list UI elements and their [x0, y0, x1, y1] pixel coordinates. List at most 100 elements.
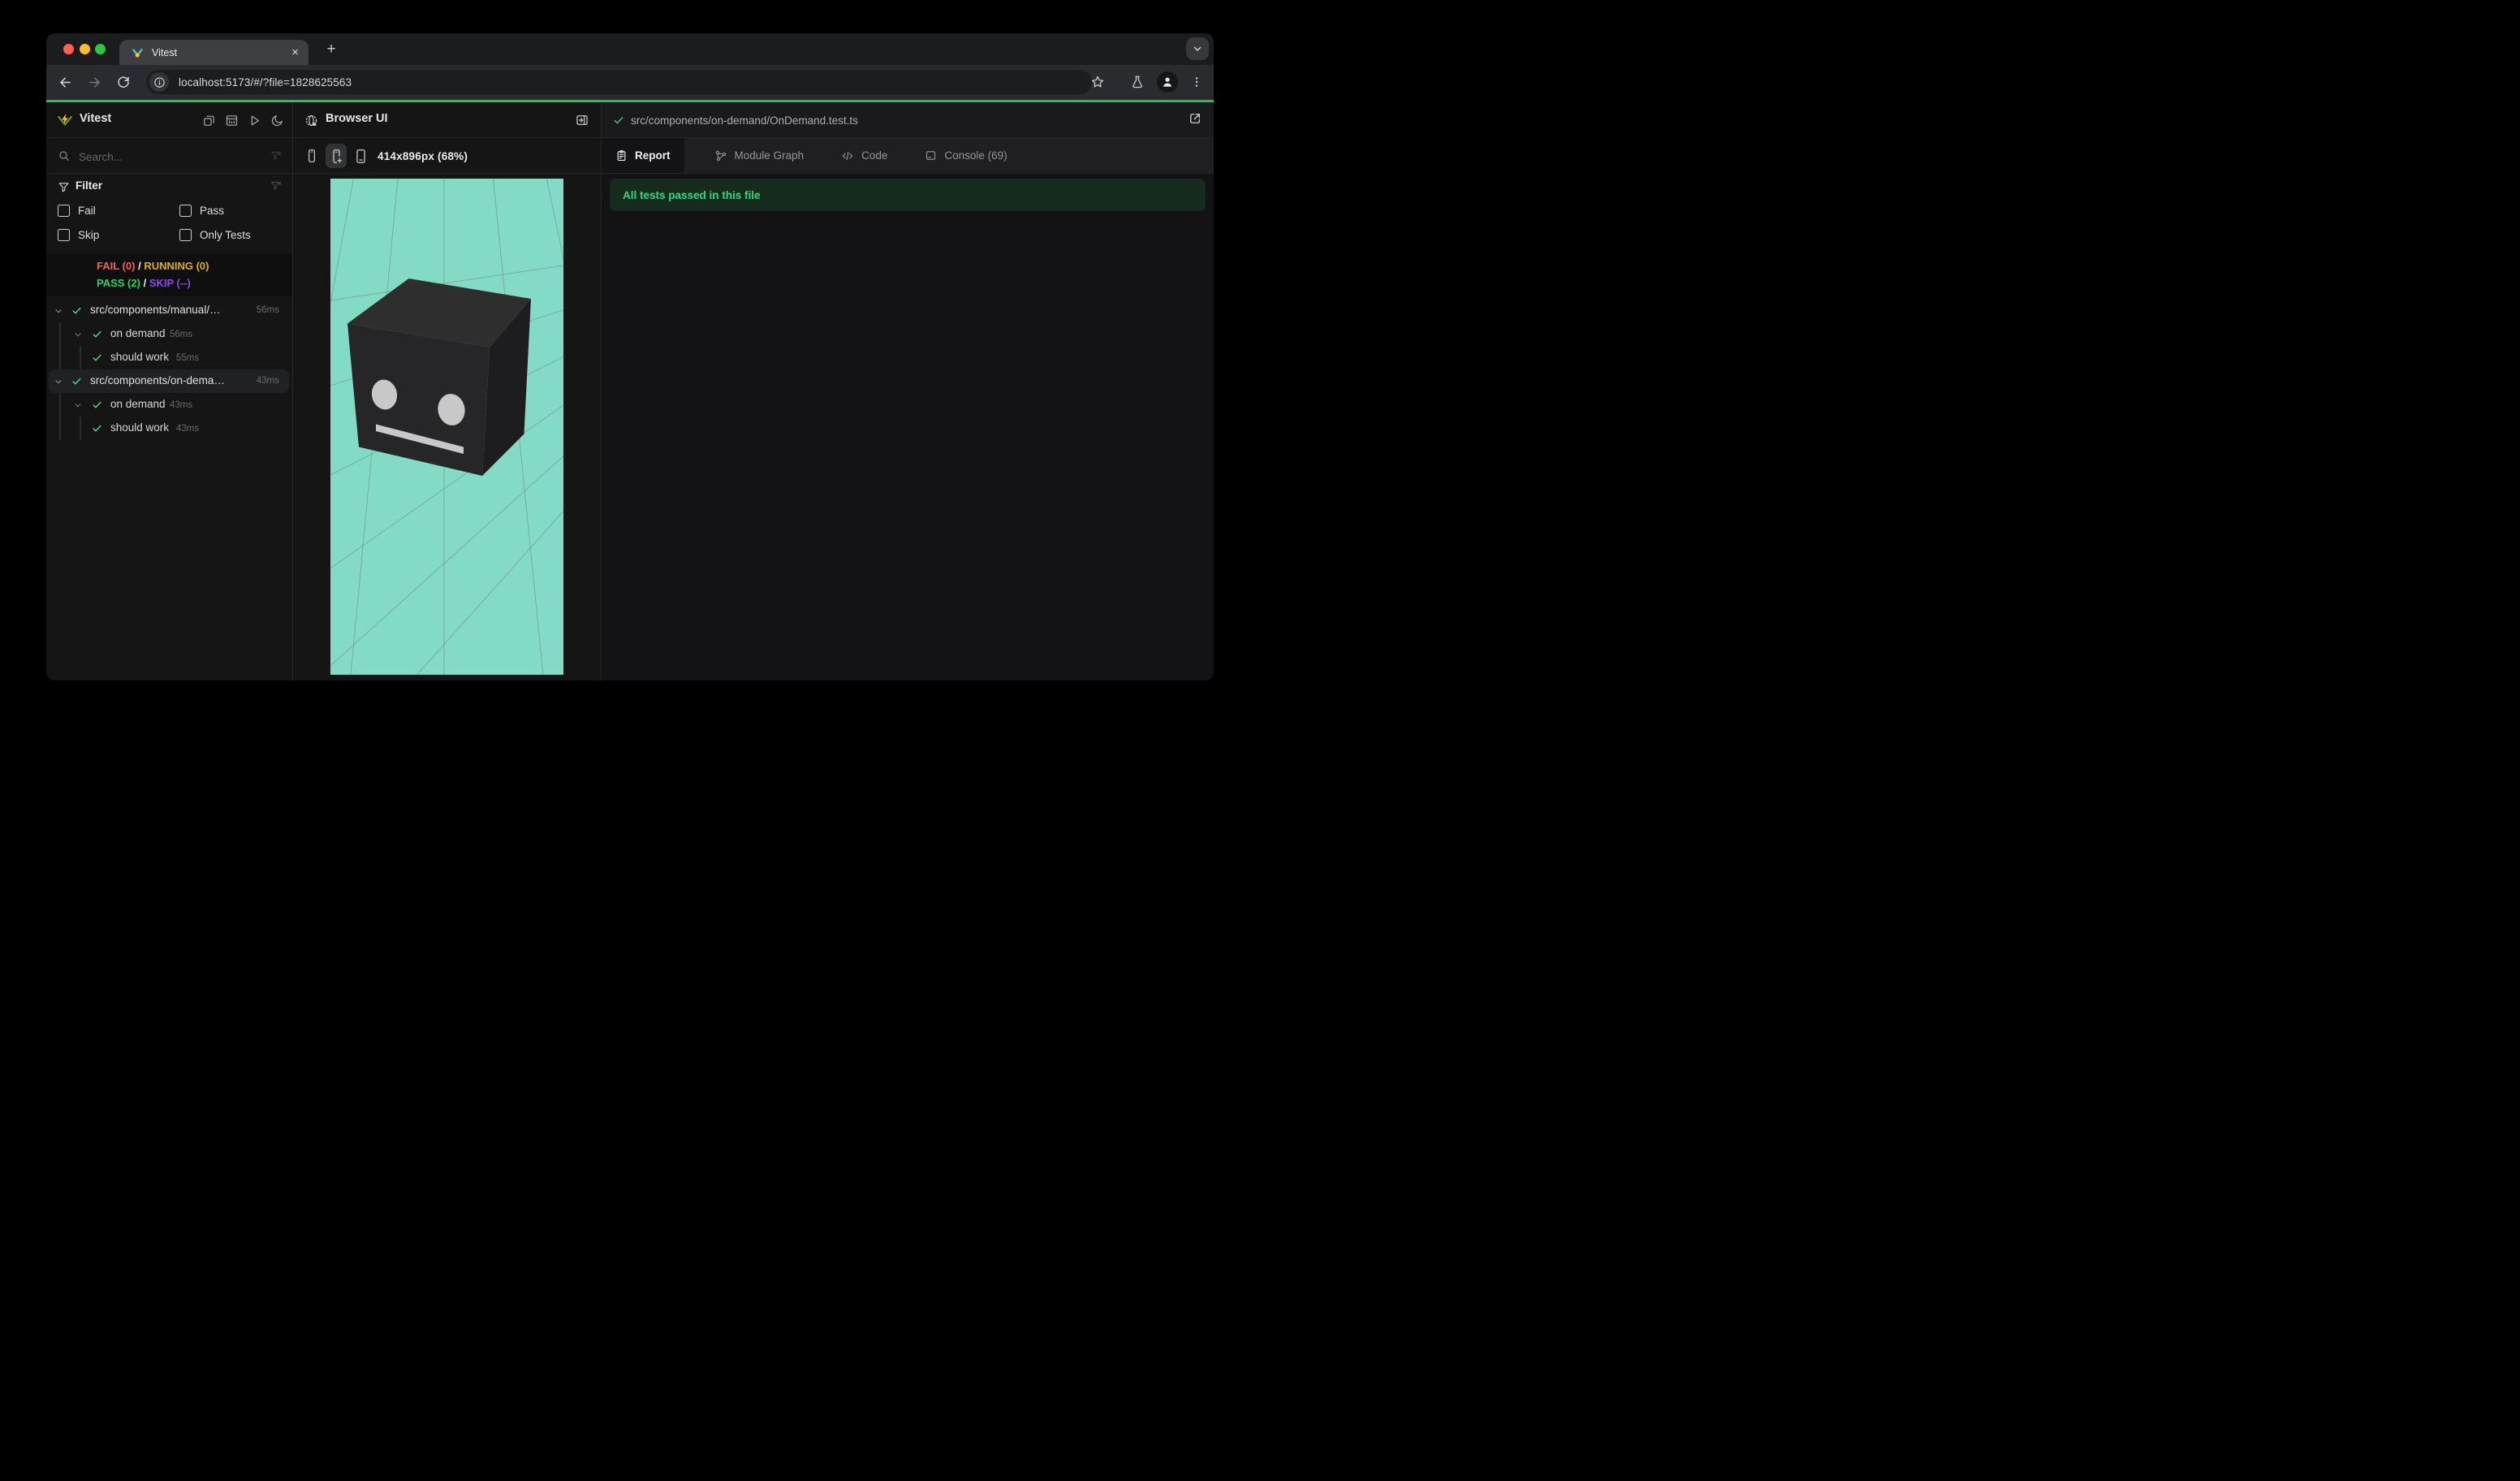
- browser-tabstrip: Vitest × +: [46, 33, 1214, 65]
- filter-fail[interactable]: Fail: [58, 198, 96, 222]
- clipboard-icon: [617, 150, 626, 161]
- url-text: localhost:5173/#/?file=1828625563: [179, 76, 352, 89]
- pass-check-icon: [93, 401, 101, 408]
- profile-button[interactable]: [1157, 71, 1178, 93]
- traffic-minimize-button[interactable]: [80, 44, 90, 54]
- tree-indent-guide: [59, 322, 61, 369]
- open-in-editor-icon[interactable]: [1188, 111, 1202, 126]
- app-viewport[interactable]: [330, 179, 563, 675]
- traffic-zoom-button[interactable]: [95, 44, 106, 54]
- tree-file-row[interactable]: src/components/manual/… 56ms: [46, 299, 292, 322]
- filter-only-tests[interactable]: Only Tests: [179, 222, 251, 247]
- tree-suite-row[interactable]: on demand 56ms: [46, 322, 292, 346]
- tab-code-label: Code: [861, 149, 888, 162]
- new-tab-button[interactable]: +: [321, 39, 342, 60]
- device-phone-plus-button[interactable]: [326, 144, 347, 168]
- search-icon: [59, 151, 69, 161]
- duration: 56ms: [256, 305, 279, 315]
- fail-count: FAIL (0): [97, 260, 136, 272]
- duration: 43ms: [256, 376, 279, 386]
- menu-button[interactable]: [1187, 72, 1206, 92]
- experiments-button[interactable]: [1128, 72, 1147, 92]
- tab-search-button[interactable]: [1186, 37, 1209, 60]
- banner-text: All tests passed in this file: [623, 188, 761, 201]
- run-all-icon[interactable]: [248, 114, 261, 127]
- chevron-down-icon[interactable]: [73, 400, 83, 410]
- robot-cube-scene: [330, 179, 563, 675]
- code-icon: [842, 151, 853, 160]
- browser-window: Vitest × + localhost:5173/#/?file=182862…: [46, 33, 1214, 680]
- skip-count: SKIP (--): [149, 277, 191, 289]
- only-tests-checkbox[interactable]: [179, 228, 192, 241]
- file-label: src/components/on-dema…: [90, 374, 225, 386]
- tree-file-row-selected[interactable]: src/components/on-dema… 43ms: [46, 369, 292, 393]
- chevron-down-icon[interactable]: [73, 330, 83, 339]
- preview-title: Browser UI: [326, 112, 388, 125]
- suite-label: on demand: [110, 398, 166, 410]
- vitest-favicon-icon: [132, 49, 143, 58]
- tab-console-label: Console (69): [944, 149, 1008, 162]
- dark-mode-moon-icon[interactable]: [270, 114, 284, 127]
- tree-test-row[interactable]: should work 43ms: [46, 417, 292, 440]
- phone-small-icon: [309, 149, 315, 162]
- tree-test-row[interactable]: should work 55ms: [46, 346, 292, 369]
- clear-search-filter-icon[interactable]: [270, 149, 283, 162]
- pass-check-icon: [614, 117, 624, 124]
- tab-module-graph[interactable]: Module Graph: [701, 138, 818, 173]
- device-tablet-minus-button[interactable]: [350, 144, 371, 168]
- pass-count: PASS (2): [97, 277, 140, 289]
- browser-tab[interactable]: Vitest ×: [119, 40, 309, 65]
- tab-title: Vitest: [152, 46, 178, 58]
- browser-toolbar: localhost:5173/#/?file=1828625563: [46, 65, 1214, 100]
- info-icon: [153, 76, 165, 88]
- phone-plus-icon: [332, 149, 342, 163]
- tab-report[interactable]: Report: [602, 138, 684, 173]
- pass-check-icon: [93, 425, 101, 432]
- tab-code[interactable]: Code: [827, 138, 901, 173]
- pass-check-icon: [72, 307, 81, 314]
- device-phone-small-button[interactable]: [301, 144, 322, 168]
- reload-icon: [118, 76, 129, 88]
- console-icon: [926, 151, 936, 160]
- filter-title: Filter: [76, 179, 103, 192]
- tab-console[interactable]: Console (69): [911, 138, 1021, 173]
- kebab-menu-icon: [1195, 77, 1198, 87]
- reload-button[interactable]: [114, 73, 132, 91]
- chevron-down-icon[interactable]: [54, 377, 63, 386]
- back-button[interactable]: [56, 73, 74, 91]
- all-tests-passed-banner: All tests passed in this file: [610, 179, 1206, 211]
- filter-pass[interactable]: Pass: [179, 198, 224, 222]
- expand-panel-icon[interactable]: [575, 113, 589, 127]
- forward-button[interactable]: [85, 73, 103, 91]
- dashboard-icon[interactable]: [225, 114, 239, 127]
- running-count: RUNNING (0): [144, 260, 209, 272]
- module-graph-icon: [715, 150, 726, 161]
- preview-header: Browser UI: [293, 102, 601, 138]
- tree-suite-row[interactable]: on demand 43ms: [46, 393, 292, 417]
- status-separator: /: [143, 277, 147, 289]
- vitest-ui: Vitest Filter Fail Pass Skip: [46, 102, 1214, 680]
- duration: 43ms: [170, 399, 193, 410]
- suite-label: on demand: [110, 327, 166, 339]
- globe-icon: [305, 114, 317, 127]
- skip-checkbox[interactable]: [58, 228, 70, 241]
- chevron-down-icon[interactable]: [54, 306, 63, 316]
- url-bar[interactable]: localhost:5173/#/?file=1828625563: [146, 70, 1092, 94]
- fail-label: Fail: [78, 204, 96, 217]
- site-info-button[interactable]: [149, 72, 169, 92]
- traffic-close-button[interactable]: [63, 44, 74, 54]
- tab-module-graph-label: Module Graph: [734, 149, 805, 162]
- filter-skip[interactable]: Skip: [58, 222, 99, 247]
- pass-checkbox[interactable]: [179, 204, 192, 217]
- pass-check-icon: [93, 354, 101, 361]
- pass-check-icon: [93, 330, 101, 338]
- fail-checkbox[interactable]: [58, 204, 70, 217]
- search-input[interactable]: [77, 145, 251, 169]
- tab-close-icon[interactable]: ×: [291, 46, 299, 58]
- vitest-logo-icon: [58, 114, 72, 126]
- collapse-windows-icon[interactable]: [202, 114, 216, 127]
- person-icon: [1163, 77, 1172, 87]
- tree-indent-guide: [80, 346, 81, 369]
- bookmark-button[interactable]: [1088, 72, 1107, 92]
- clear-filters-icon[interactable]: [270, 179, 283, 192]
